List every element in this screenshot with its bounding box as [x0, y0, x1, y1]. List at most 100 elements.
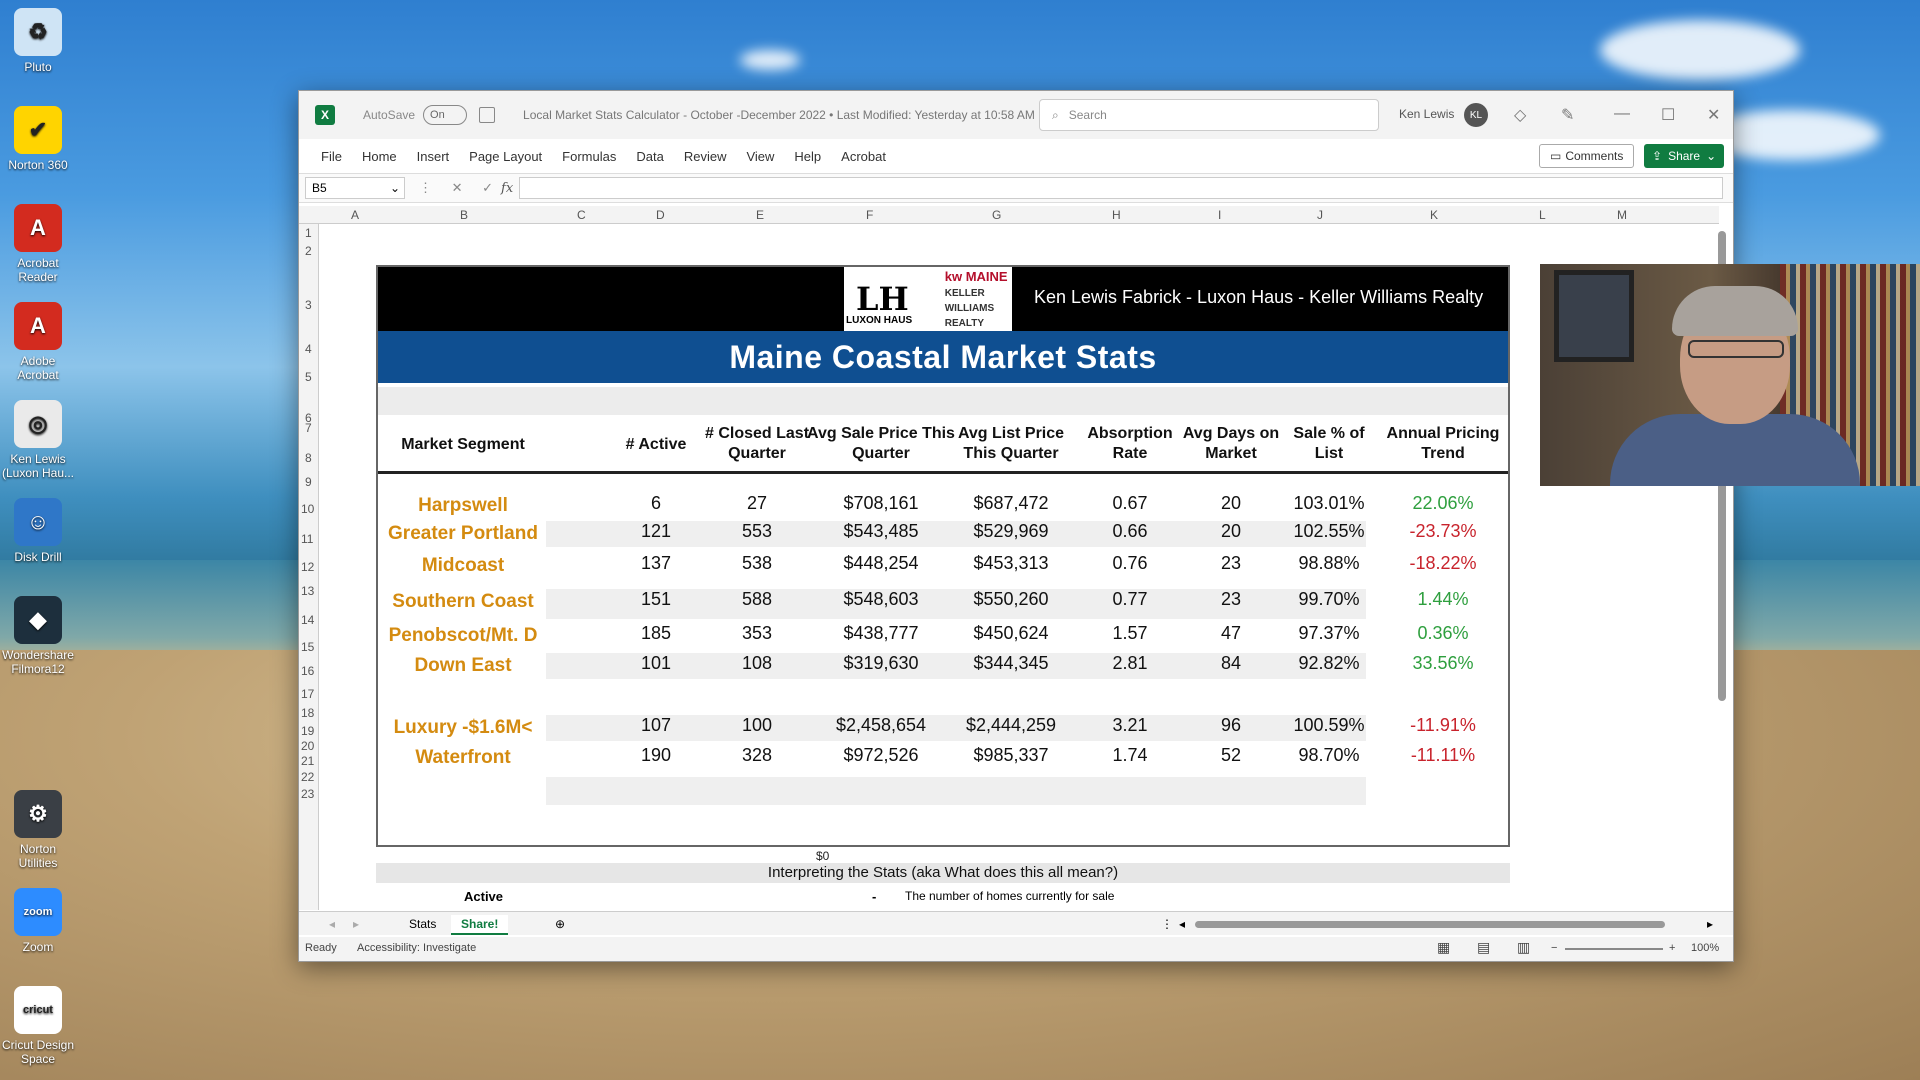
zoom-in-icon[interactable]: +: [1669, 942, 1675, 954]
desktop-icon[interactable]: A Adobe Acrobat: [0, 302, 76, 382]
row-header[interactable]: 8: [305, 451, 312, 465]
column-header[interactable]: F: [866, 208, 873, 222]
cell-avg-list[interactable]: $2,444,259: [946, 715, 1076, 736]
cell-days[interactable]: 96: [1178, 715, 1284, 736]
sheet-grid[interactable]: LH LUXON HAUS kw MAINE KELLER WILLIAMS R…: [320, 225, 1719, 910]
cell-active[interactable]: 101: [606, 653, 706, 674]
cell-days[interactable]: 23: [1178, 553, 1284, 574]
row-header[interactable]: 13: [301, 584, 314, 598]
row-header[interactable]: 9: [305, 475, 312, 489]
row-header[interactable]: 19: [301, 724, 314, 738]
cell-avg-sale[interactable]: $438,777: [806, 623, 956, 644]
menu-file[interactable]: File: [311, 149, 352, 164]
next-sheet-icon[interactable]: ▸: [343, 915, 369, 933]
cell-sale-pct[interactable]: 98.70%: [1278, 745, 1380, 766]
column-header[interactable]: I: [1218, 208, 1221, 222]
row-header[interactable]: 12: [301, 560, 314, 574]
market-segment-label[interactable]: Down East: [378, 655, 548, 677]
minimize-icon[interactable]: —: [1614, 105, 1630, 123]
column-header[interactable]: B: [460, 208, 468, 222]
cell-avg-sale[interactable]: $708,161: [806, 493, 956, 514]
zoom-out-icon[interactable]: −: [1551, 942, 1557, 954]
row-header[interactable]: 15: [301, 640, 314, 654]
cell-trend[interactable]: 0.36%: [1378, 623, 1508, 644]
cell-sale-pct[interactable]: 99.70%: [1278, 589, 1380, 610]
scroll-right-icon[interactable]: ▸: [1697, 915, 1723, 933]
row-header[interactable]: 1: [305, 226, 312, 240]
row-header[interactable]: 4: [305, 342, 312, 356]
cell-days[interactable]: 23: [1178, 589, 1284, 610]
cell-active[interactable]: 151: [606, 589, 706, 610]
close-icon[interactable]: ✕: [1707, 105, 1720, 125]
cell-avg-sale[interactable]: $543,485: [806, 521, 956, 542]
row-header[interactable]: 23: [301, 787, 314, 801]
cell-sale-pct[interactable]: 98.88%: [1278, 553, 1380, 574]
market-segment-label[interactable]: Greater Portland: [378, 523, 548, 545]
diamond-icon[interactable]: ◇: [1514, 105, 1526, 125]
row-header[interactable]: 18: [301, 706, 314, 720]
row-header[interactable]: 22: [301, 770, 314, 784]
row-header[interactable]: 3: [305, 298, 312, 312]
cell-days[interactable]: 84: [1178, 653, 1284, 674]
column-header[interactable]: A: [351, 208, 359, 222]
cell-avg-list[interactable]: $450,624: [946, 623, 1076, 644]
cell-trend[interactable]: -23.73%: [1378, 521, 1508, 542]
cell-closed[interactable]: 588: [696, 589, 818, 610]
cell-trend[interactable]: -18.22%: [1378, 553, 1508, 574]
cell-days[interactable]: 52: [1178, 745, 1284, 766]
row-header[interactable]: 2: [305, 244, 312, 258]
cell-trend[interactable]: 1.44%: [1378, 589, 1508, 610]
page-break-icon[interactable]: ▥: [1517, 939, 1530, 956]
row-header[interactable]: 14: [301, 613, 314, 627]
cell-sale-pct[interactable]: 102.55%: [1278, 521, 1380, 542]
maximize-icon[interactable]: ☐: [1661, 105, 1675, 125]
cell-avg-sale[interactable]: $548,603: [806, 589, 956, 610]
row-header[interactable]: 5: [305, 370, 312, 384]
cell-absorption[interactable]: 0.76: [1076, 553, 1184, 574]
cell-avg-sale[interactable]: $448,254: [806, 553, 956, 574]
cell-absorption[interactable]: 1.57: [1076, 623, 1184, 644]
row-header[interactable]: 10: [301, 502, 314, 516]
column-header[interactable]: J: [1317, 208, 1323, 222]
cell-avg-sale[interactable]: $2,458,654: [806, 715, 956, 736]
cell-closed[interactable]: 538: [696, 553, 818, 574]
cell-closed[interactable]: 328: [696, 745, 818, 766]
cell-days[interactable]: 20: [1178, 493, 1284, 514]
market-segment-label[interactable]: Waterfront: [378, 747, 548, 769]
tab-share[interactable]: Share!: [451, 915, 509, 935]
menu-view[interactable]: View: [736, 149, 784, 164]
market-segment-label[interactable]: Harpswell: [378, 495, 548, 517]
share-button[interactable]: ⇪ Share ⌄: [1644, 144, 1725, 168]
row-header[interactable]: 20: [301, 739, 314, 753]
avatar[interactable]: KL: [1464, 103, 1488, 127]
column-header[interactable]: K: [1430, 208, 1438, 222]
column-header[interactable]: C: [577, 208, 586, 222]
cell-absorption[interactable]: 0.66: [1076, 521, 1184, 542]
tab-stats[interactable]: Stats: [399, 915, 446, 933]
page-layout-icon[interactable]: ▤: [1477, 939, 1490, 956]
column-header[interactable]: G: [992, 208, 1001, 222]
user-name[interactable]: Ken Lewis: [1399, 107, 1454, 121]
prev-sheet-icon[interactable]: ◂: [319, 915, 345, 933]
cell-absorption[interactable]: 0.67: [1076, 493, 1184, 514]
cell-closed[interactable]: 108: [696, 653, 818, 674]
menu-help[interactable]: Help: [784, 149, 831, 164]
cell-trend[interactable]: 33.56%: [1378, 653, 1508, 674]
cell-active[interactable]: 121: [606, 521, 706, 542]
desktop-icon[interactable]: zoom Zoom: [0, 888, 76, 954]
cell-absorption[interactable]: 3.21: [1076, 715, 1184, 736]
zoom-level[interactable]: 100%: [1691, 942, 1719, 954]
cell-trend[interactable]: -11.11%: [1378, 745, 1508, 766]
cell-avg-sale[interactable]: $972,526: [806, 745, 956, 766]
horizontal-scroll-thumb[interactable]: [1195, 921, 1665, 928]
row-header[interactable]: 17: [301, 687, 314, 701]
desktop-icon[interactable]: ✔ Norton 360: [0, 106, 76, 172]
cell-avg-list[interactable]: $453,313: [946, 553, 1076, 574]
cell-avg-list[interactable]: $550,260: [946, 589, 1076, 610]
desktop-icon[interactable]: ♻ Pluto: [0, 8, 76, 74]
cell-absorption[interactable]: 0.77: [1076, 589, 1184, 610]
menu-formulas[interactable]: Formulas: [552, 149, 626, 164]
column-header[interactable]: E: [756, 208, 764, 222]
cell-closed[interactable]: 27: [696, 493, 818, 514]
cell-closed[interactable]: 353: [696, 623, 818, 644]
